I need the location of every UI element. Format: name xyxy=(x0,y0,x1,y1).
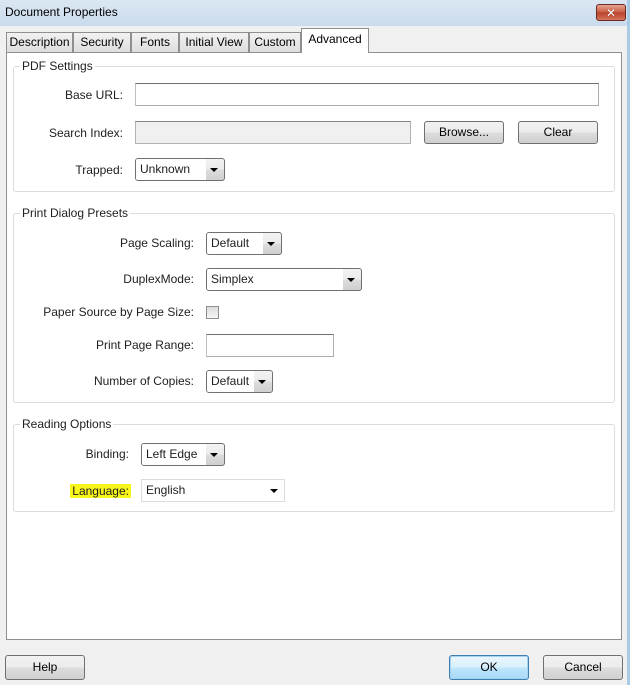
help-button[interactable]: Help xyxy=(5,655,85,680)
paper-source-checkbox[interactable] xyxy=(206,306,219,319)
tab-security[interactable]: Security xyxy=(73,32,131,53)
tab-description[interactable]: Description xyxy=(6,32,73,53)
search-index-label: Search Index: xyxy=(48,126,123,140)
trapped-value: Unknown xyxy=(136,159,206,180)
binding-select[interactable]: Left Edge xyxy=(141,443,225,466)
trapped-select[interactable]: Unknown xyxy=(135,158,225,181)
search-index-input xyxy=(135,121,411,144)
tab-initial-view[interactable]: Initial View xyxy=(179,32,249,53)
title-bar: Document Properties ✕ xyxy=(0,0,627,26)
close-button[interactable]: ✕ xyxy=(596,4,626,21)
ok-button[interactable]: OK xyxy=(449,655,529,680)
duplex-mode-select[interactable]: Simplex xyxy=(206,268,362,291)
reading-options-title: Reading Options xyxy=(20,417,114,431)
page-range-input[interactable] xyxy=(206,334,334,357)
clear-button[interactable]: Clear xyxy=(518,121,598,144)
copies-value: Default xyxy=(207,371,254,392)
duplex-mode-value: Simplex xyxy=(207,269,343,290)
language-select[interactable]: English xyxy=(141,479,285,502)
tab-custom[interactable]: Custom xyxy=(249,32,301,53)
duplex-mode-label: DuplexMode: xyxy=(123,272,194,286)
browse-button[interactable]: Browse... xyxy=(424,121,504,144)
language-value: English xyxy=(142,480,264,501)
document-properties-dialog: Document Properties ✕ Description Securi… xyxy=(0,0,630,685)
base-url-label: Base URL: xyxy=(64,88,123,102)
base-url-input[interactable] xyxy=(135,83,599,106)
pdf-settings-title: PDF Settings xyxy=(20,59,95,73)
trapped-label: Trapped: xyxy=(75,163,123,177)
cancel-button[interactable]: Cancel xyxy=(543,655,623,680)
language-label-wrap: Language: xyxy=(27,484,131,498)
page-scaling-select[interactable]: Default xyxy=(206,232,282,255)
page-scaling-value: Default xyxy=(207,233,263,254)
copies-label: Number of Copies: xyxy=(93,374,194,388)
chevron-down-icon xyxy=(270,489,278,493)
chevron-down-icon xyxy=(258,380,266,384)
chevron-down-icon xyxy=(210,168,218,172)
paper-source-label: Paper Source by Page Size: xyxy=(43,305,194,319)
advanced-panel: PDF Settings Base URL: Search Index: Bro… xyxy=(6,52,622,640)
window-title: Document Properties xyxy=(5,5,118,19)
chevron-down-icon xyxy=(347,278,355,282)
print-presets-title: Print Dialog Presets xyxy=(20,206,131,220)
close-icon: ✕ xyxy=(605,5,617,20)
language-label: Language: xyxy=(70,484,131,498)
chevron-down-icon xyxy=(267,242,275,246)
reading-options-group: Reading Options xyxy=(13,417,615,512)
tab-fonts[interactable]: Fonts xyxy=(131,32,179,53)
tab-advanced[interactable]: Advanced xyxy=(301,28,369,53)
copies-select[interactable]: Default xyxy=(206,370,273,393)
chevron-down-icon xyxy=(210,453,218,457)
binding-value: Left Edge xyxy=(142,444,206,465)
binding-label: Binding: xyxy=(85,447,129,461)
page-range-label: Print Page Range: xyxy=(95,338,194,352)
page-scaling-label: Page Scaling: xyxy=(119,236,194,250)
